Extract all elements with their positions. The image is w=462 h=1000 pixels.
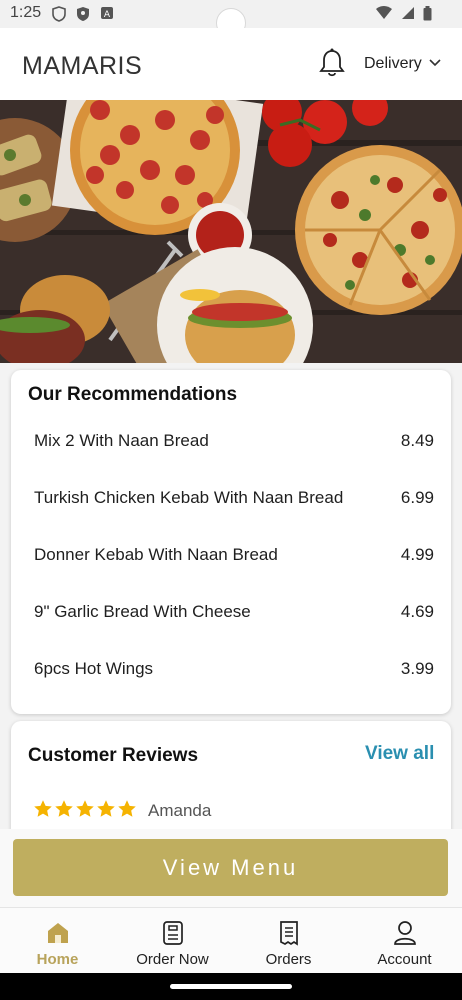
signal-icon (402, 7, 414, 19)
item-name: 9" Garlic Bread With Cheese (34, 602, 251, 621)
reviewer-name: Amanda (148, 801, 212, 820)
recommendation-item[interactable]: 6pcs Hot Wings 3.99 (34, 657, 434, 681)
nav-order-now[interactable]: Order Now (115, 908, 230, 974)
item-price: 3.99 (400, 659, 434, 678)
recommendation-item[interactable]: Donner Kebab With Naan Bread 4.99 (34, 543, 434, 567)
shield-filled-icon (77, 7, 89, 21)
wifi-icon (376, 6, 392, 19)
status-system-icons (375, 6, 432, 21)
receipt-icon (279, 921, 298, 946)
view-all-reviews-link[interactable]: View all (365, 743, 434, 765)
recommendations-title: Our Recommendations (28, 384, 238, 405)
star-icon (55, 800, 73, 817)
star-icon (97, 800, 115, 817)
hero-food-image (0, 100, 462, 363)
home-icon (47, 923, 68, 943)
reviews-title: Customer Reviews (28, 745, 199, 766)
star-icon (34, 800, 52, 817)
star-icon (118, 800, 136, 817)
nav-orders-label: Orders (265, 951, 312, 968)
nav-orders[interactable]: Orders (231, 908, 346, 974)
bottom-navigation: Home Order Now Orders Account (0, 907, 462, 974)
star-icon (76, 800, 94, 817)
chevron-down-icon[interactable] (428, 58, 442, 68)
item-price: 6.99 (400, 488, 434, 507)
item-price: 4.99 (400, 545, 434, 564)
app-header: MAMARIS Delivery (0, 28, 462, 100)
user-icon (393, 921, 416, 945)
nav-account[interactable]: Account (347, 908, 462, 974)
bell-icon[interactable] (318, 48, 346, 78)
nav-order-now-label: Order Now (136, 951, 209, 968)
recommendation-item[interactable]: Mix 2 With Naan Bread 8.49 (34, 429, 434, 453)
home-gesture-handle[interactable] (170, 984, 292, 989)
view-menu-bar: View Menu (0, 829, 462, 907)
svg-text:A: A (104, 10, 111, 20)
nav-home-label: Home (36, 951, 79, 968)
food-illustration (0, 100, 462, 363)
recommendation-item[interactable]: Turkish Chicken Kebab With Naan Bread 6.… (34, 486, 434, 510)
item-name: Mix 2 With Naan Bread (34, 431, 209, 450)
shield-outline-icon (52, 6, 66, 22)
menu-card-icon (162, 921, 183, 945)
delivery-mode-select[interactable]: Delivery (364, 55, 422, 73)
recommendations-card: Our Recommendations Mix 2 With Naan Brea… (11, 370, 451, 714)
recommendation-item[interactable]: 9" Garlic Bread With Cheese 4.69 (34, 600, 434, 624)
item-name: Turkish Chicken Kebab With Naan Bread (34, 488, 344, 507)
view-menu-button[interactable]: View Menu (13, 839, 448, 896)
item-name: Donner Kebab With Naan Bread (34, 545, 278, 564)
item-price: 4.69 (400, 602, 434, 621)
item-price: 8.49 (400, 431, 434, 450)
status-notification-icons: A (52, 6, 114, 22)
nav-home[interactable]: Home (0, 908, 115, 974)
battery-icon (423, 6, 432, 21)
brand-name: MAMARIS (22, 52, 143, 80)
review-rating (33, 799, 137, 819)
app-a-icon: A (101, 7, 113, 20)
nav-account-label: Account (377, 951, 432, 968)
status-time: 1:25 (10, 4, 42, 21)
item-name: 6pcs Hot Wings (34, 659, 154, 678)
